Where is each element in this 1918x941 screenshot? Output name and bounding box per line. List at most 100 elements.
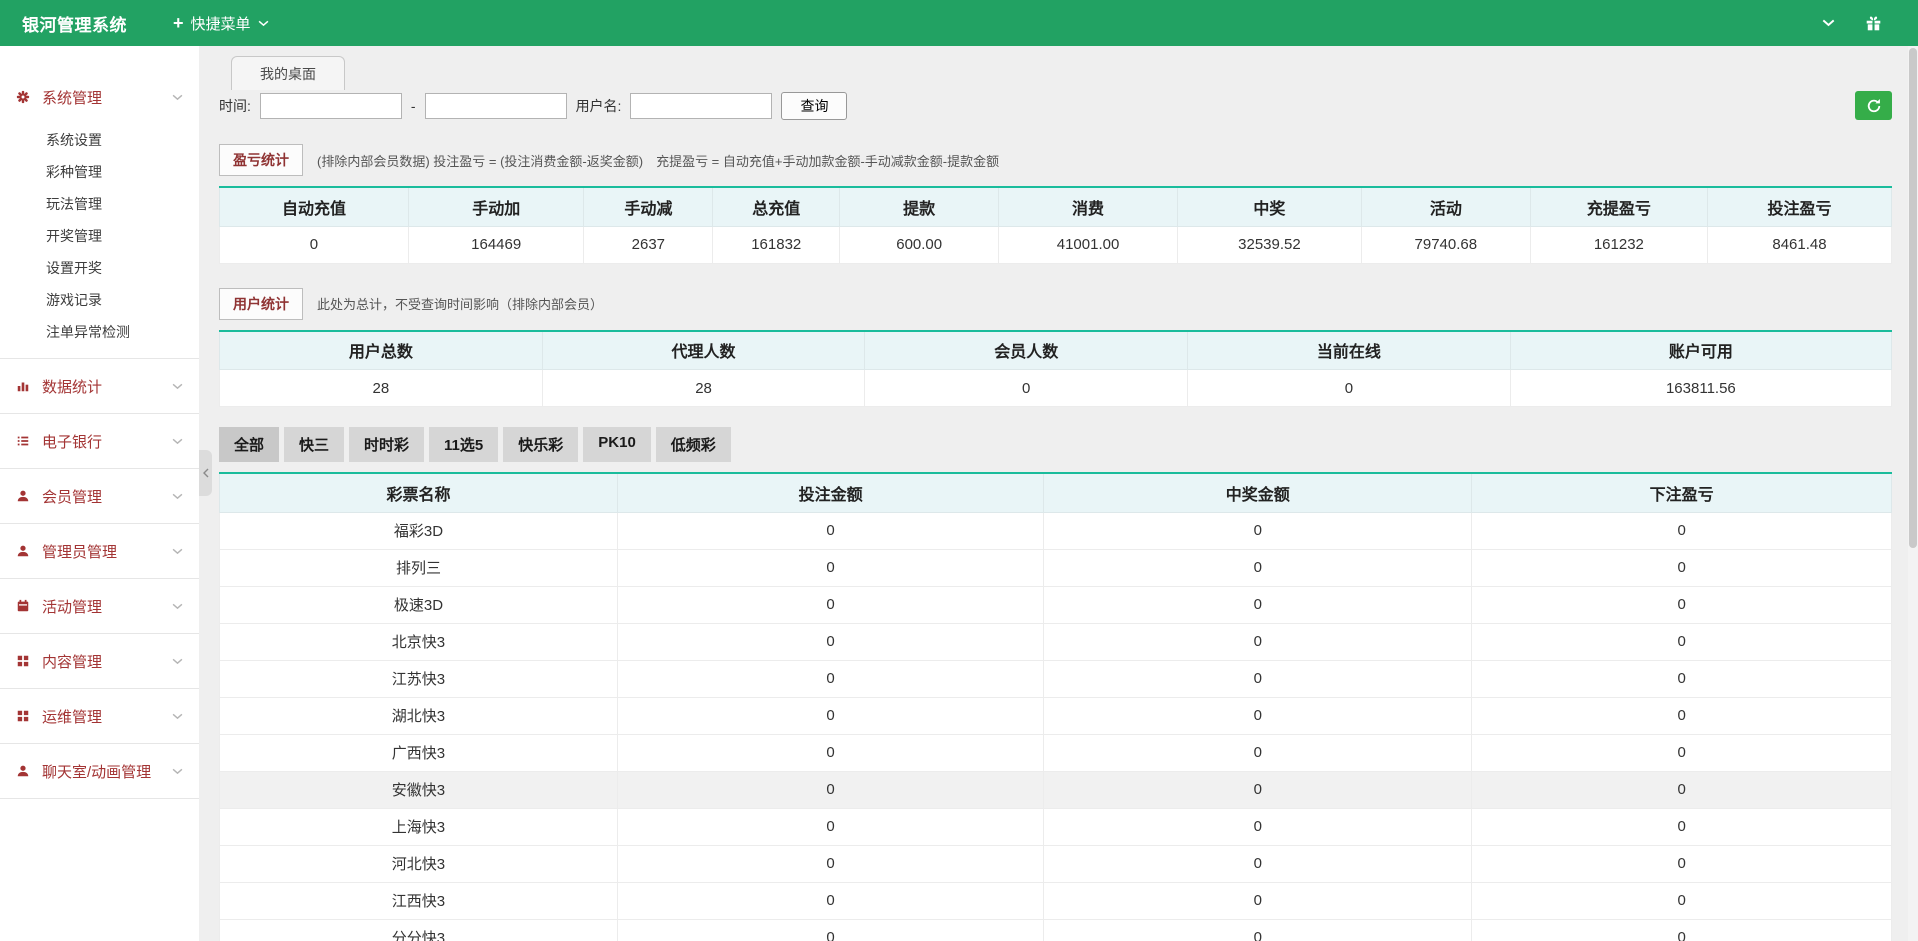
sidebar-item-label: 会员管理 bbox=[42, 486, 102, 507]
sidebar-subitem[interactable]: 游戏记录 bbox=[0, 284, 199, 316]
app-title: 银河管理系统 bbox=[22, 11, 127, 36]
table-cell: 0 bbox=[617, 697, 1043, 734]
chevron-down-icon bbox=[258, 20, 269, 27]
lottery-tab[interactable]: 11选5 bbox=[429, 427, 498, 462]
column-header: 活动 bbox=[1361, 187, 1530, 226]
lottery-tab[interactable]: 快三 bbox=[284, 427, 344, 462]
table-cell: 0 bbox=[617, 660, 1043, 697]
table-cell: 600.00 bbox=[840, 226, 999, 263]
chevron-down-icon bbox=[172, 658, 183, 665]
main-content: 我的桌面 时间: - 用户名: 查询 盈亏统计 (排除内部会员数据) 投注盈亏 … bbox=[199, 46, 1918, 941]
table-row: 江苏快3000 bbox=[220, 660, 1892, 697]
quick-menu-button[interactable]: + 快捷菜单 bbox=[173, 13, 269, 34]
sidebar: 系统管理系统设置彩种管理玩法管理开奖管理设置开奖游戏记录注单异常检测数据统计电子… bbox=[0, 46, 199, 941]
sidebar-item-e-bank[interactable]: 电子银行 bbox=[0, 414, 199, 468]
column-header: 消费 bbox=[999, 187, 1178, 226]
sidebar-subitem[interactable]: 设置开奖 bbox=[0, 252, 199, 284]
sidebar-subitem[interactable]: 彩种管理 bbox=[0, 156, 199, 188]
table-header-row: 自动充值手动加手动减总充值提款消费中奖活动充提盈亏投注盈亏 bbox=[220, 187, 1892, 226]
sidebar-subitem[interactable]: 玩法管理 bbox=[0, 188, 199, 220]
refresh-button[interactable] bbox=[1855, 91, 1892, 120]
table-cell: 8461.48 bbox=[1707, 226, 1891, 263]
table-row: 江西快3000 bbox=[220, 882, 1892, 919]
table-cell: 0 bbox=[1472, 734, 1892, 771]
table-cell: 排列三 bbox=[220, 549, 618, 586]
table-cell: 161832 bbox=[713, 226, 840, 263]
refresh-icon bbox=[1866, 98, 1882, 114]
table-cell: 32539.52 bbox=[1177, 226, 1361, 263]
sidebar-item-chat[interactable]: 聊天室/动画管理 bbox=[0, 744, 199, 798]
time-end-input[interactable] bbox=[425, 93, 567, 119]
sidebar-item-member[interactable]: 会员管理 bbox=[0, 469, 199, 523]
scrollbar-thumb[interactable] bbox=[1909, 48, 1917, 548]
sidebar-item-label: 系统管理 bbox=[42, 87, 102, 108]
table-cell: 0 bbox=[1472, 919, 1892, 941]
sidebar-item-ops[interactable]: 运维管理 bbox=[0, 689, 199, 743]
sidebar-submenu: 系统设置彩种管理玩法管理开奖管理设置开奖游戏记录注单异常检测 bbox=[0, 124, 199, 358]
topbar: 银河管理系统 + 快捷菜单 bbox=[0, 0, 1918, 46]
chevron-down-icon bbox=[172, 548, 183, 555]
table-cell: 0 bbox=[617, 919, 1043, 941]
table-cell: 2637 bbox=[584, 226, 713, 263]
lottery-tab[interactable]: 低频彩 bbox=[656, 427, 731, 462]
desktop-tabbar: 我的桌面 bbox=[219, 56, 1892, 87]
grid-icon bbox=[16, 654, 36, 668]
lottery-tab[interactable]: PK10 bbox=[583, 427, 651, 462]
chevron-down-icon bbox=[172, 94, 183, 101]
chevron-down-icon bbox=[172, 603, 183, 610]
chevron-down-icon bbox=[172, 438, 183, 445]
table-cell: 161232 bbox=[1530, 226, 1707, 263]
chevron-down-icon bbox=[172, 493, 183, 500]
table-cell: 0 bbox=[617, 734, 1043, 771]
user-icon bbox=[16, 764, 36, 778]
user-icon bbox=[16, 489, 36, 503]
sidebar-item-data-stats[interactable]: 数据统计 bbox=[0, 359, 199, 413]
sidebar-subitem[interactable]: 系统设置 bbox=[0, 124, 199, 156]
table-cell: 0 bbox=[617, 808, 1043, 845]
lottery-tab[interactable]: 全部 bbox=[219, 427, 279, 462]
table-row: 湖北快3000 bbox=[220, 697, 1892, 734]
table-row: 282800163811.56 bbox=[220, 370, 1892, 407]
range-separator: - bbox=[411, 98, 416, 114]
table-cell: 极速3D bbox=[220, 586, 618, 623]
username-input[interactable] bbox=[630, 93, 772, 119]
sidebar-item-system[interactable]: 系统管理 bbox=[0, 70, 199, 124]
column-header: 代理人数 bbox=[542, 331, 865, 370]
profit-table: 自动充值手动加手动减总充值提款消费中奖活动充提盈亏投注盈亏01644692637… bbox=[219, 186, 1892, 264]
sidebar-item-content[interactable]: 内容管理 bbox=[0, 634, 199, 688]
time-start-input[interactable] bbox=[260, 93, 402, 119]
chevron-down-icon bbox=[172, 768, 183, 775]
table-cell: 广西快3 bbox=[220, 734, 618, 771]
sidebar-item-label: 电子银行 bbox=[42, 431, 102, 452]
lottery-tab[interactable]: 时时彩 bbox=[349, 427, 424, 462]
sidebar-item-label: 数据统计 bbox=[42, 376, 102, 397]
search-button[interactable]: 查询 bbox=[781, 92, 847, 120]
lottery-tab[interactable]: 快乐彩 bbox=[503, 427, 578, 462]
sidebar-collapse-handle[interactable] bbox=[199, 450, 212, 496]
column-header: 当前在线 bbox=[1188, 331, 1511, 370]
table-cell: 0 bbox=[1472, 660, 1892, 697]
bank-icon bbox=[16, 434, 36, 448]
sidebar-item-activity[interactable]: 活动管理 bbox=[0, 579, 199, 633]
sidebar-subitem[interactable]: 注单异常检测 bbox=[0, 316, 199, 348]
chevron-down-icon[interactable] bbox=[1822, 19, 1835, 27]
chevron-down-icon bbox=[172, 383, 183, 390]
table-cell: 0 bbox=[1044, 697, 1472, 734]
table-cell: 0 bbox=[1044, 919, 1472, 941]
table-row: 福彩3D000 bbox=[220, 512, 1892, 549]
quick-menu-label: 快捷菜单 bbox=[191, 13, 251, 34]
user-section-note: 此处为总计，不受查询时间影响（排除内部会员） bbox=[317, 294, 603, 313]
table-row: 上海快3000 bbox=[220, 808, 1892, 845]
table-cell: 0 bbox=[1472, 697, 1892, 734]
sidebar-subitem[interactable]: 开奖管理 bbox=[0, 220, 199, 252]
table-cell: 0 bbox=[617, 512, 1043, 549]
sidebar-item-label: 管理员管理 bbox=[42, 541, 117, 562]
table-cell: 江苏快3 bbox=[220, 660, 618, 697]
sidebar-item-admin[interactable]: 管理员管理 bbox=[0, 524, 199, 578]
table-header-row: 用户总数代理人数会员人数当前在线账户可用 bbox=[220, 331, 1892, 370]
user-icon bbox=[16, 544, 36, 558]
tab-my-desktop[interactable]: 我的桌面 bbox=[231, 56, 345, 90]
table-cell: 0 bbox=[220, 226, 409, 263]
column-header: 投注金额 bbox=[617, 473, 1043, 512]
gift-icon[interactable] bbox=[1865, 15, 1882, 32]
